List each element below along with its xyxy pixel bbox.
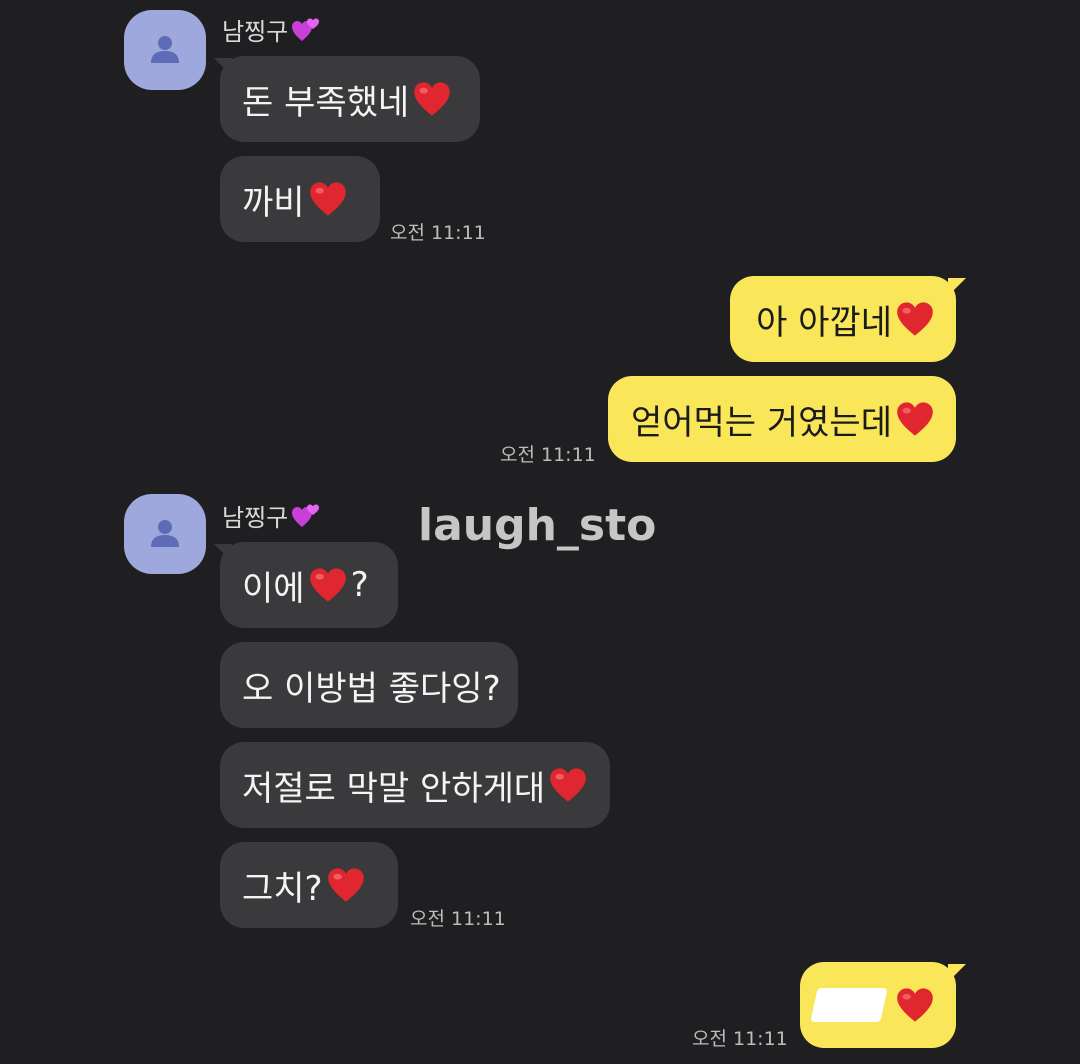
two-hearts-icon	[290, 501, 322, 531]
message-text: 그치?	[242, 868, 323, 909]
message-bubble[interactable]	[800, 962, 956, 1048]
message-timestamp: 오전 11:11	[692, 1028, 788, 1050]
avatar[interactable]	[124, 494, 206, 574]
message-bubble[interactable]: 아 아깝네	[730, 276, 956, 362]
heart-icon	[549, 767, 587, 803]
sender-name: 남찡구	[222, 498, 322, 533]
heart-icon	[896, 301, 934, 337]
message-timestamp: 오전 11:11	[390, 222, 486, 244]
heart-icon	[413, 81, 451, 117]
message-timestamp: 오전 11:11	[500, 444, 596, 466]
message-bubble[interactable]: 돈 부족했네	[220, 56, 480, 142]
heart-icon	[309, 567, 347, 603]
message-text: 까비	[242, 182, 305, 223]
message-bubble[interactable]: 얻어먹는 거였는데	[608, 376, 956, 462]
message-text: 얻어먹는 거였는데	[630, 402, 892, 443]
message-bubble[interactable]: 저절로 막말 안하게대	[220, 742, 610, 828]
message-bubble[interactable]: 오 이방법 좋다잉?	[220, 642, 518, 728]
message-text: 저절로 막말 안하게대	[242, 768, 546, 809]
message-bubble[interactable]: 그치?	[220, 842, 398, 928]
sender-name: 남찡구	[222, 12, 322, 47]
message-suffix: ?	[350, 565, 369, 605]
person-icon	[145, 30, 185, 70]
message-text: 이에	[242, 568, 305, 609]
sender-name-label: 남찡구	[222, 18, 289, 46]
message-text: 오 이방법 좋다잉?	[242, 668, 501, 709]
heart-icon	[309, 181, 347, 217]
message-text: 돈 부족했네	[242, 82, 410, 123]
person-icon	[145, 514, 185, 554]
heart-icon	[327, 867, 365, 903]
message-timestamp: 오전 11:11	[410, 908, 506, 930]
two-hearts-icon	[290, 15, 322, 45]
redacted-block	[810, 988, 888, 1022]
message-bubble[interactable]: 까비	[220, 156, 380, 242]
sender-name-label: 남찡구	[222, 504, 289, 532]
watermark-text: laugh_sto	[418, 500, 657, 551]
avatar[interactable]	[124, 10, 206, 90]
heart-icon	[896, 401, 934, 437]
heart-icon	[896, 987, 934, 1023]
message-text: 아 아깝네	[756, 302, 892, 343]
message-bubble[interactable]: 이에 ?	[220, 542, 398, 628]
